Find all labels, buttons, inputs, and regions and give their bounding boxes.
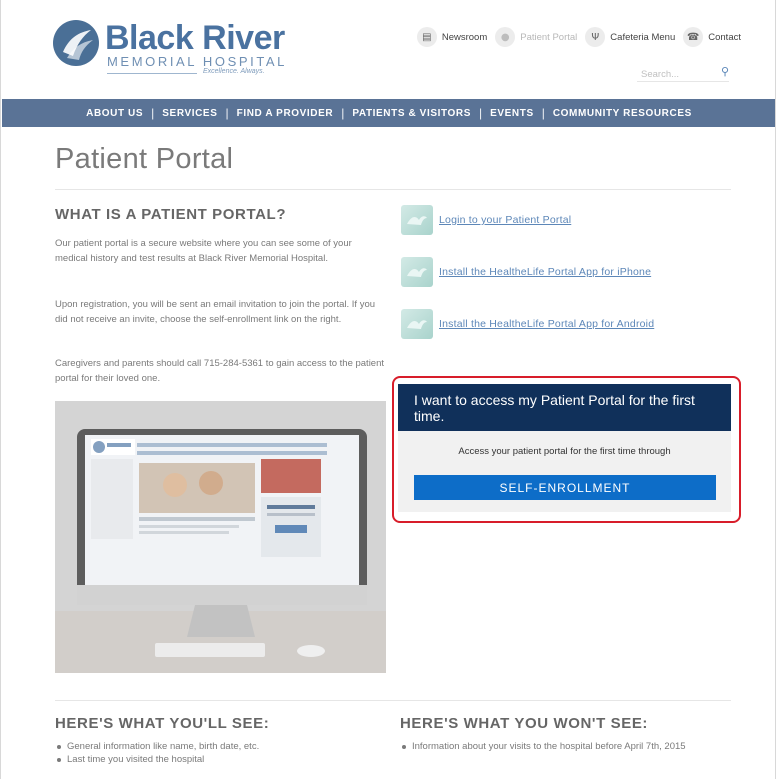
phone-icon: ☎: [683, 27, 704, 47]
registration-paragraph: Upon registration, you will be sent an e…: [55, 299, 376, 325]
portal-app-icon: [401, 257, 433, 287]
logo-subtitle: MEMORIAL HOSPITAL: [107, 54, 288, 69]
portal-app-icon: [401, 205, 433, 235]
nav-services[interactable]: SERVICES: [154, 108, 225, 119]
computer-screen-image: [55, 401, 386, 673]
utility-link-newsroom[interactable]: ▤ Newsroom: [416, 27, 488, 47]
logo-name: Black River: [105, 19, 285, 57]
nav-community-resources[interactable]: COMMUNITY RESOURCES: [545, 108, 700, 119]
what-is-paragraph: Our patient portal is a secure website w…: [55, 238, 352, 264]
utility-link-cafeteria-menu[interactable]: Ψ Cafeteria Menu: [585, 27, 675, 47]
nav-about-us[interactable]: ABOUT US: [78, 108, 151, 119]
nav-separator: |: [151, 106, 155, 120]
nav-separator: |: [478, 106, 483, 120]
you-wont-see-heading: HERE'S WHAT YOU WON'T SEE:: [400, 715, 649, 732]
utensils-icon: Ψ: [585, 27, 606, 47]
what-is-heading: WHAT IS A PATIENT PORTAL?: [55, 206, 287, 223]
portal-link-iphone-app[interactable]: Install the HealtheLife Portal App for i…: [401, 257, 651, 287]
caregivers-paragraph: Caregivers and parents should call 715-2…: [55, 358, 385, 384]
you-wont-see-list: Information about your visits to the hos…: [400, 740, 730, 753]
page-title: Patient Portal: [55, 143, 234, 175]
utility-link-label: Newsroom: [441, 31, 488, 43]
imac-illustration: [55, 401, 386, 673]
portal-link-label: Install the HealtheLife Portal App for A…: [439, 318, 655, 330]
utility-link-label: Cafeteria Menu: [610, 31, 676, 43]
utility-link-patient-portal[interactable]: ● Patient Portal: [495, 27, 577, 47]
utility-link-label: Contact: [708, 31, 741, 43]
list-item: General information like name, birth dat…: [55, 740, 385, 753]
access-box-heading: I want to access my Patient Portal for t…: [398, 384, 731, 431]
logo-tagline: Excellence. Always.: [203, 68, 265, 75]
nav-find-a-provider[interactable]: FIND A PROVIDER: [229, 108, 342, 119]
portal-link-android-app[interactable]: Install the HealtheLife Portal App for A…: [401, 309, 654, 339]
portal-app-icon: [401, 309, 433, 339]
you-will-see-heading: HERE'S WHAT YOU'LL SEE:: [55, 715, 270, 732]
access-box-subtext: Access your patient portal for the first…: [458, 446, 671, 457]
utility-link-label: Patient Portal: [520, 31, 578, 43]
main-nav: ABOUT US | SERVICES | FIND A PROVIDER | …: [2, 99, 775, 127]
portal-link-label: Login to your Patient Portal: [439, 214, 572, 226]
portal-link-label: Install the HealtheLife Portal App for i…: [439, 266, 652, 278]
utility-nav: ▤ Newsroom ● Patient Portal Ψ Cafeteria …: [416, 26, 741, 48]
section-divider: [55, 700, 731, 701]
self-enrollment-button[interactable]: SELF-ENROLLMENT: [414, 475, 716, 500]
nav-events[interactable]: EVENTS: [482, 108, 542, 119]
first-time-access-box: I want to access my Patient Portal for t…: [398, 384, 731, 512]
river-logo-icon: [53, 20, 99, 66]
portal-link-login[interactable]: Login to your Patient Portal: [401, 205, 571, 235]
search-input[interactable]: [637, 69, 707, 80]
nav-separator: |: [341, 106, 345, 120]
person-icon: ●: [495, 27, 516, 47]
list-item: Information about your visits to the hos…: [400, 740, 730, 753]
title-divider: [55, 189, 731, 190]
list-item: Last time you visited the hospital: [55, 753, 385, 766]
search-box: ⚲: [637, 64, 729, 82]
you-will-see-list: General information like name, birth dat…: [55, 740, 385, 766]
newspaper-icon: ▤: [416, 27, 437, 47]
hospital-logo[interactable]: Black River MEMORIAL HOSPITAL Excellence…: [53, 19, 285, 75]
utility-link-contact[interactable]: ☎ Contact: [683, 27, 741, 47]
logo-tagline-row: Excellence. Always.: [53, 68, 265, 78]
search-icon[interactable]: ⚲: [721, 65, 729, 78]
page-frame: Black River MEMORIAL HOSPITAL Excellence…: [0, 0, 776, 779]
nav-separator: |: [225, 106, 229, 120]
nav-separator: |: [541, 106, 545, 120]
tagline-divider: [107, 73, 197, 74]
nav-patients-visitors[interactable]: PATIENTS & VISITORS: [344, 108, 479, 119]
